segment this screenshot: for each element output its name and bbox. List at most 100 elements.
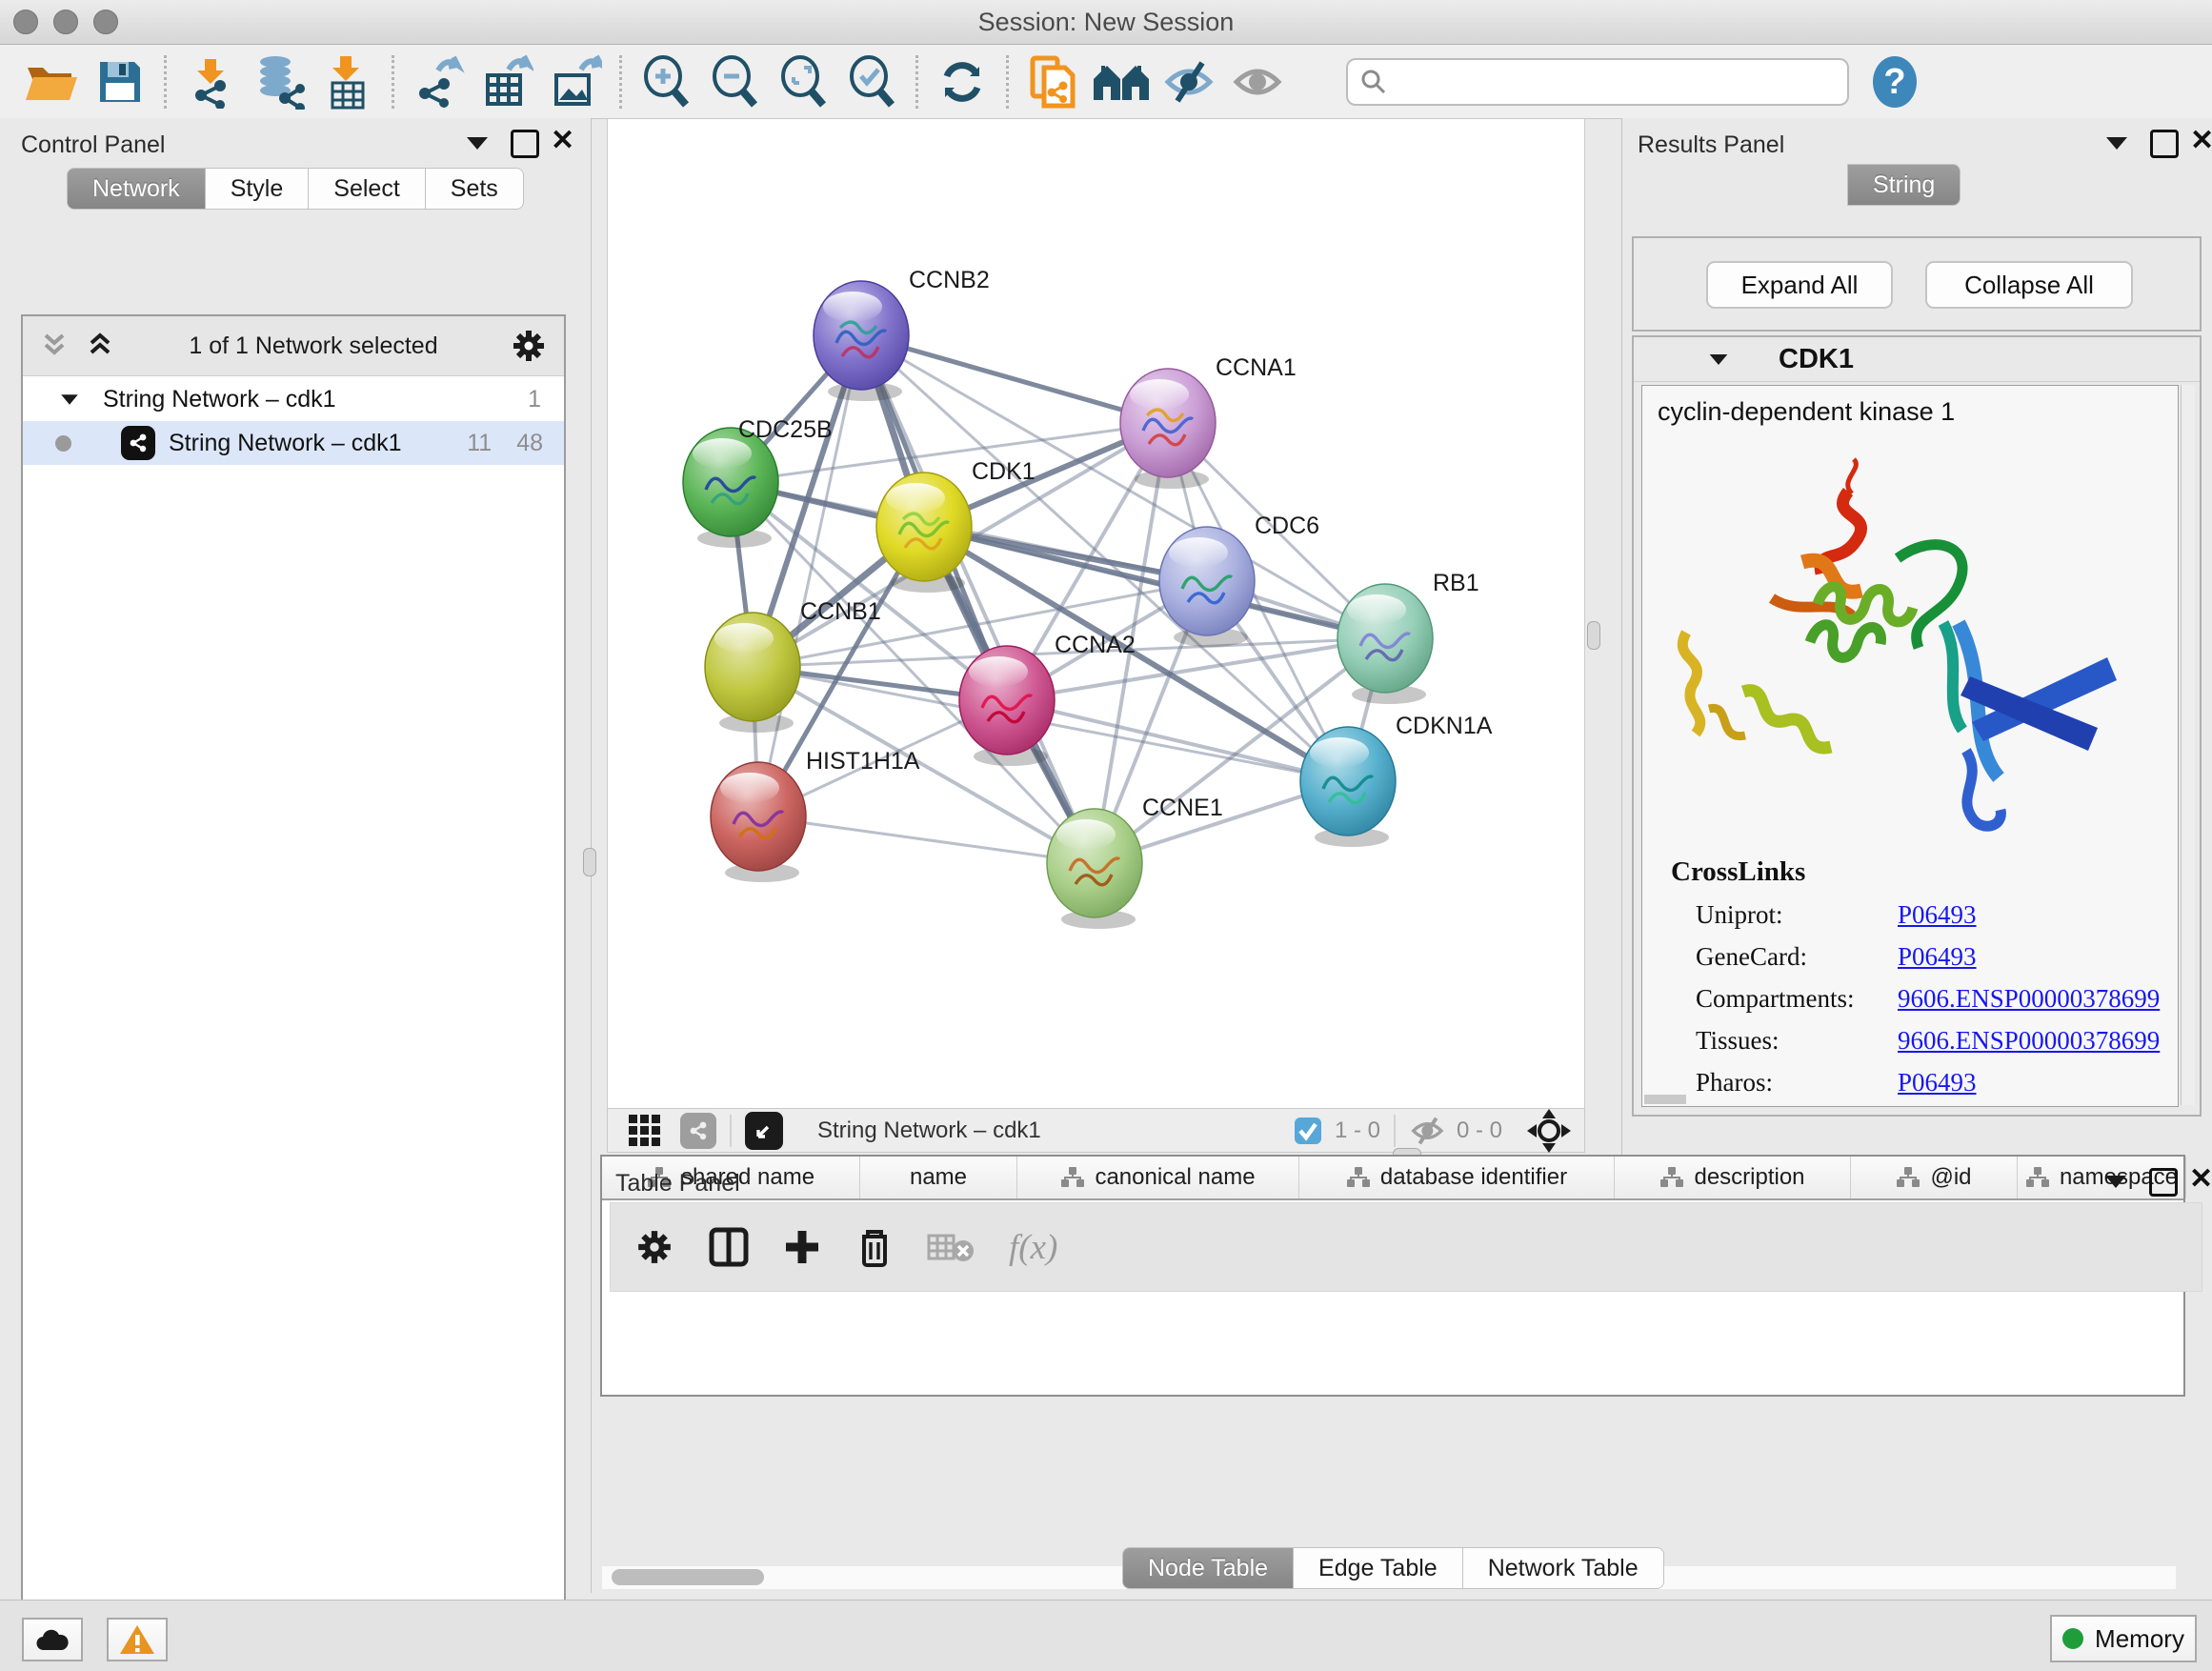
import-network-database-button[interactable] — [245, 51, 313, 112]
vscrollbar-track[interactable] — [2181, 385, 2195, 1105]
maximize-panel-icon[interactable] — [511, 130, 539, 158]
float-panel-icon[interactable] — [467, 137, 488, 150]
delete-column-icon[interactable] — [855, 1225, 895, 1269]
edge-CCNA2-CDKN1A[interactable] — [1007, 700, 1348, 781]
memory-button[interactable]: Memory — [2050, 1615, 2197, 1662]
network-canvas[interactable]: CCNB2CCNA1CDC25BCDK1CDC6RB1CCNB1CCNA2CDK… — [607, 118, 1585, 1109]
network-row[interactable]: String Network – cdk1 11 48 — [23, 421, 564, 465]
tab-string[interactable]: String — [1847, 164, 1961, 206]
node-CDKN1A[interactable]: CDKN1A — [1300, 713, 1493, 847]
tab-select[interactable]: Select — [309, 168, 425, 210]
delete-table-icon[interactable] — [927, 1230, 976, 1264]
node-CDC25B[interactable]: CDC25B — [683, 416, 833, 548]
expand-all-button[interactable]: Expand All — [1706, 261, 1893, 309]
node-CCNB2[interactable]: CCNB2 — [814, 267, 990, 401]
crosslink-link[interactable]: 9606.ENSP00000378699 — [1898, 1026, 2160, 1056]
edge-HIST1H1A-CCNE1[interactable] — [758, 816, 1095, 863]
section-expander-icon[interactable] — [1710, 353, 1728, 364]
table-hscrollbar-thumb[interactable] — [612, 1569, 764, 1585]
edge-CCNB2-CCNE1[interactable] — [861, 335, 1095, 863]
network-status-dot — [55, 435, 71, 452]
node-details-card: CDK1 cyclin-dependent kinase 1 — [1632, 335, 2202, 1117]
column-header-description[interactable]: description — [1615, 1157, 1851, 1198]
import-network-file-button[interactable] — [176, 51, 245, 112]
crosslink-label: Uniprot: — [1696, 900, 1898, 930]
table-panel: Table Panel ✕ — [600, 1155, 2212, 1593]
column-header-name[interactable]: name — [860, 1157, 1017, 1198]
hscrollbar-thumb[interactable] — [1644, 1095, 1686, 1104]
network-collection-row[interactable]: String Network – cdk1 1 — [23, 377, 564, 421]
search-input[interactable] — [1388, 68, 1792, 96]
table-settings-gear-icon[interactable] — [635, 1228, 674, 1266]
edge-CCNB2-HIST1H1A[interactable] — [758, 335, 861, 816]
cloud-status-button[interactable] — [22, 1618, 83, 1661]
network-node-count: 11 — [467, 430, 492, 457]
maximize-panel-icon[interactable] — [2150, 130, 2179, 158]
node-CCNB1[interactable]: CCNB1 — [705, 598, 881, 733]
network-view-mode-icon[interactable] — [680, 1113, 716, 1149]
collapse-all-button[interactable]: Collapse All — [1925, 261, 2133, 309]
expand-all-icon[interactable] — [84, 332, 116, 360]
detach-view-icon[interactable] — [745, 1112, 783, 1150]
hidden-counter: 0 - 0 — [1409, 1116, 1502, 1146]
network-graph[interactable]: CCNB2CCNA1CDC25BCDK1CDC6RB1CCNB1CCNA2CDK… — [608, 119, 1582, 1106]
tab-sets[interactable]: Sets — [426, 168, 524, 210]
tab-network[interactable]: Network — [67, 168, 206, 210]
warnings-button[interactable] — [107, 1618, 168, 1661]
show-all-button[interactable] — [1224, 51, 1293, 112]
collection-count: 1 — [528, 386, 541, 413]
collapse-all-icon[interactable] — [38, 332, 70, 360]
close-panel-icon[interactable]: ✕ — [2190, 130, 2212, 152]
tab-style[interactable]: Style — [206, 168, 310, 210]
crosslink-label: Pharos: — [1696, 1068, 1898, 1097]
export-network-button[interactable] — [404, 51, 473, 112]
float-panel-icon[interactable] — [2106, 137, 2127, 150]
apply-layout-button[interactable] — [928, 51, 996, 112]
node-RB1[interactable]: RB1 — [1337, 570, 1479, 704]
right-splitter-handle[interactable] — [1587, 621, 1600, 650]
tab-edge-table[interactable]: Edge Table — [1294, 1547, 1463, 1589]
node-CCNA1[interactable]: CCNA1 — [1120, 354, 1297, 489]
tab-network-table[interactable]: Network Table — [1463, 1547, 1664, 1589]
birdseye-navigator-icon[interactable] — [1527, 1109, 1571, 1153]
float-panel-icon[interactable] — [2105, 1176, 2126, 1188]
column-header-database-identifier[interactable]: database identifier — [1299, 1157, 1615, 1198]
import-table-file-button[interactable] — [313, 51, 382, 112]
close-panel-icon[interactable]: ✕ — [2189, 1168, 2212, 1191]
zoom-in-button[interactable] — [632, 51, 700, 112]
selected-checkbox-icon[interactable] — [1293, 1116, 1323, 1146]
tab-node-table[interactable]: Node Table — [1122, 1547, 1294, 1589]
grid-view-icon[interactable] — [627, 1113, 663, 1149]
toolbar-search[interactable] — [1346, 58, 1849, 106]
left-splitter-handle[interactable] — [583, 848, 596, 876]
zoom-out-button[interactable] — [700, 51, 769, 112]
cloud-icon — [35, 1627, 70, 1652]
export-image-button[interactable] — [541, 51, 610, 112]
column-header-canonical-name[interactable]: canonical name — [1017, 1157, 1299, 1198]
show-columns-icon[interactable] — [708, 1226, 750, 1268]
node-HIST1H1A[interactable]: HIST1H1A — [711, 748, 920, 882]
column-header-@id[interactable]: @id — [1851, 1157, 2018, 1198]
network-edge-count: 48 — [516, 430, 543, 457]
zoom-fit-button[interactable] — [769, 51, 837, 112]
open-session-button[interactable] — [17, 51, 86, 112]
node-details-header[interactable]: CDK1 — [1634, 337, 2200, 382]
export-table-button[interactable] — [473, 51, 541, 112]
node-CCNA2[interactable]: CCNA2 — [959, 632, 1136, 766]
clone-network-button[interactable] — [1018, 51, 1087, 112]
help-button[interactable]: ? — [1860, 51, 1929, 112]
crosslink-link[interactable]: P06493 — [1898, 942, 1977, 972]
crosslink-link[interactable]: 9606.ENSP00000378699 — [1898, 984, 2160, 1014]
gear-icon[interactable] — [511, 328, 547, 364]
close-panel-icon[interactable]: ✕ — [551, 130, 574, 152]
add-column-icon[interactable] — [782, 1227, 822, 1267]
zoom-selected-button[interactable] — [837, 51, 906, 112]
crosslink-link[interactable]: P06493 — [1898, 900, 1977, 930]
crosslink-link[interactable]: P06493 — [1898, 1068, 1977, 1097]
hide-selected-button[interactable] — [1156, 51, 1224, 112]
maximize-panel-icon[interactable] — [2149, 1168, 2178, 1197]
node-CCNE1[interactable]: CCNE1 — [1047, 795, 1223, 929]
save-session-button[interactable] — [86, 51, 154, 112]
first-neighbors-button[interactable] — [1087, 51, 1156, 112]
collection-expander-icon[interactable] — [61, 394, 78, 404]
